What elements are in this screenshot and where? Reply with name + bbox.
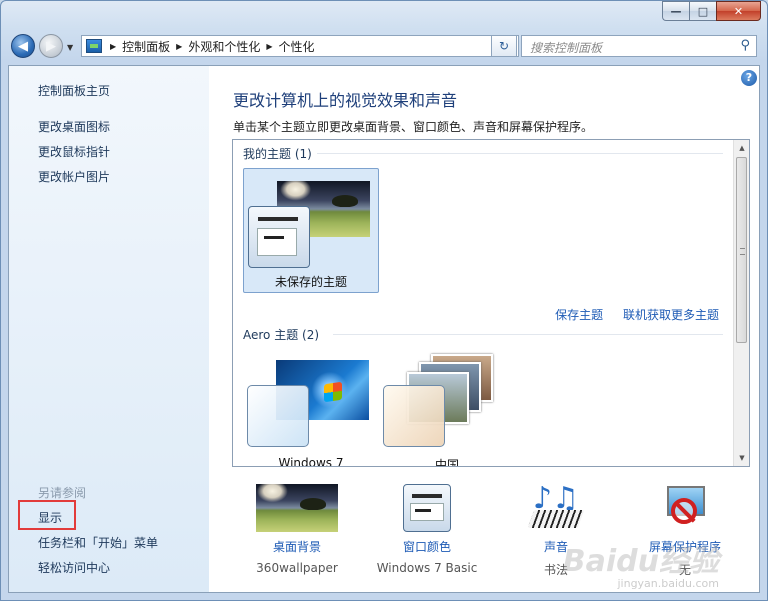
theme-name: Windows 7 (278, 456, 344, 467)
sidebar-link-ease-of-access[interactable]: 轻松访问中心 (38, 559, 110, 576)
search-placeholder: 搜索控制面板 (530, 41, 603, 55)
sidebar-link-taskbar[interactable]: 任务栏和「开始」菜单 (38, 534, 158, 551)
control-panel-icon (86, 39, 102, 53)
sidebar-link-display[interactable]: 显示 (38, 509, 62, 526)
baidu-watermark-url: jingyan.baidu.com (617, 577, 719, 590)
window-frame-preview-icon (248, 206, 310, 268)
control-panel-window: — □ ✕ ◀ ▶ ▼ ▶ 控制面板 ▶ 外观和个性化 ▶ 个性化 ▼ ↻ 搜索… (0, 0, 768, 601)
search-input[interactable]: 搜索控制面板 ⚲ (521, 35, 757, 57)
desktop-background-value: 360wallpaper (256, 561, 338, 575)
page-title: 更改计算机上的视觉效果和声音 (233, 91, 458, 110)
address-bar[interactable]: ▶ 控制面板 ▶ 外观和个性化 ▶ 个性化 ▼ (81, 35, 519, 57)
scroll-thumb[interactable] (736, 157, 747, 343)
sound-icon: ♪♫ (486, 484, 626, 532)
breadcrumb-appearance[interactable]: 外观和个性化 (188, 38, 260, 55)
aero-themes-group-label: Aero 主题 (2) (243, 328, 320, 342)
recent-pages-dropdown-icon[interactable]: ▼ (67, 43, 73, 52)
theme-actions: 保存主题 联机获取更多主题 (539, 306, 719, 323)
desktop-background-setting[interactable]: 桌面背景 360wallpaper (227, 484, 367, 575)
theme-china[interactable]: 中国 (379, 352, 515, 467)
caption-buttons: — □ ✕ (662, 1, 761, 21)
window-color-label[interactable]: 窗口颜色 (357, 538, 497, 555)
sidebar-link-home[interactable]: 控制面板主页 (38, 82, 110, 99)
search-icon[interactable]: ⚲ (740, 38, 750, 53)
my-themes-group-label: 我的主题 (1) (243, 147, 312, 161)
back-arrow-icon: ◀ (18, 38, 28, 54)
see-also-heading: 另请参阅 (38, 486, 87, 500)
forward-arrow-icon: ▶ (46, 38, 56, 54)
window-glass-preview-icon (247, 385, 309, 447)
breadcrumb-chevron-icon[interactable]: ▶ (176, 42, 182, 51)
theme-list: 我的主题 (1) 未保存的主题 保存主题 联机获取更多主题 Aero 主题 (2… (232, 139, 750, 467)
close-button[interactable]: ✕ (716, 1, 761, 21)
theme-windows7[interactable]: Windows 7 (243, 352, 379, 467)
main-panel: ? 更改计算机上的视觉效果和声音 单击某个主题立即更改桌面背景、窗口颜色、声音和… (209, 66, 759, 592)
scroll-up-icon[interactable]: ▲ (734, 140, 749, 156)
theme-name: 未保存的主题 (274, 275, 347, 289)
breadcrumb-control-panel[interactable]: 控制面板 (122, 38, 170, 55)
page-description: 单击某个主题立即更改桌面背景、窗口颜色、声音和屏幕保护程序。 (233, 120, 594, 134)
sidebar-link-account-picture[interactable]: 更改帐户图片 (38, 168, 110, 185)
desktop-background-icon (256, 484, 338, 532)
window-color-value: Windows 7 Basic (376, 561, 478, 575)
save-theme-link[interactable]: 保存主题 (555, 308, 603, 322)
window-color-setting[interactable]: 窗口颜色 Windows 7 Basic (357, 484, 497, 575)
group-divider (333, 334, 723, 335)
theme-unsaved[interactable]: 未保存的主题 (243, 168, 379, 293)
forward-button[interactable]: ▶ (39, 34, 63, 58)
window-glass-preview-icon (383, 385, 445, 447)
sidebar-link-desktop-icons[interactable]: 更改桌面图标 (38, 118, 110, 135)
scroll-down-icon[interactable]: ▼ (734, 450, 749, 466)
navigation-bar: ◀ ▶ ▼ ▶ 控制面板 ▶ 外观和个性化 ▶ 个性化 ▼ ↻ 搜索控制面板 ⚲ (9, 31, 759, 61)
maximize-button[interactable]: □ (689, 1, 716, 21)
help-icon[interactable]: ? (741, 70, 757, 86)
sidebar-link-mouse-pointers[interactable]: 更改鼠标指针 (38, 143, 110, 160)
group-divider (317, 153, 723, 154)
get-more-themes-link[interactable]: 联机获取更多主题 (623, 308, 719, 322)
minimize-button[interactable]: — (662, 1, 689, 21)
breadcrumb-chevron-icon[interactable]: ▶ (266, 42, 272, 51)
screen-saver-icon (659, 484, 711, 532)
baidu-watermark: Baidu经验 (562, 544, 719, 579)
desktop-background-label[interactable]: 桌面背景 (227, 538, 367, 555)
theme-list-scrollbar[interactable]: ▲ ▼ (733, 140, 749, 466)
content-area: 控制面板主页 更改桌面图标 更改鼠标指针 更改帐户图片 另请参阅 显示 任务栏和… (8, 65, 760, 593)
task-sidebar: 控制面板主页 更改桌面图标 更改鼠标指针 更改帐户图片 另请参阅 显示 任务栏和… (9, 66, 209, 592)
breadcrumb-personalization[interactable]: 个性化 (279, 38, 315, 55)
back-button[interactable]: ◀ (11, 34, 35, 58)
theme-name: 中国 (434, 458, 459, 467)
refresh-button[interactable]: ↻ (491, 35, 517, 57)
breadcrumb-chevron-icon[interactable]: ▶ (110, 42, 116, 51)
window-color-icon (403, 484, 451, 532)
